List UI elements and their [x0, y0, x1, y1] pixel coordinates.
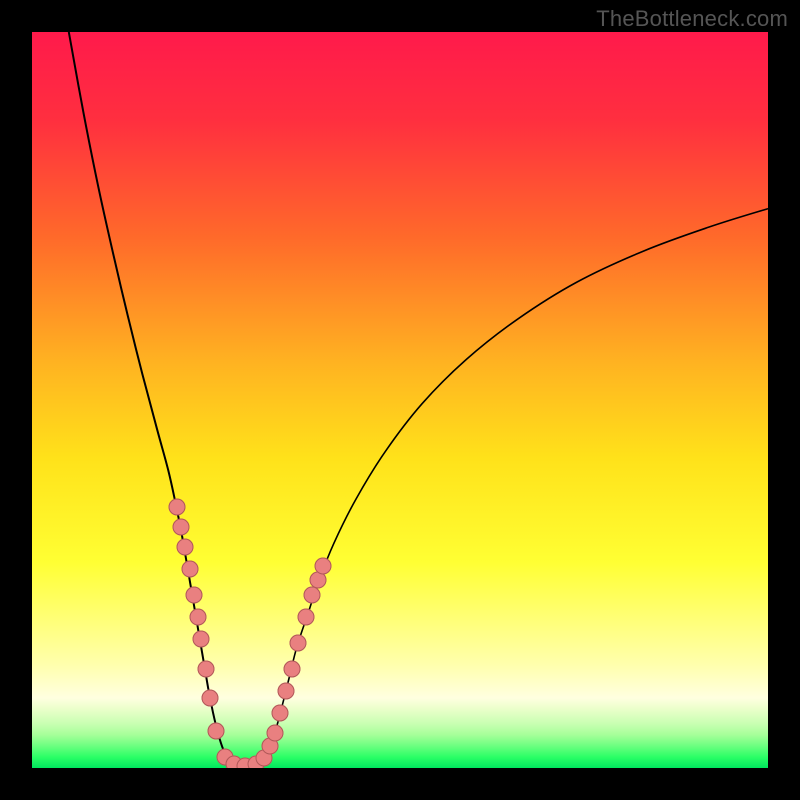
data-marker — [197, 660, 214, 677]
data-marker — [177, 539, 194, 556]
data-marker — [290, 634, 307, 651]
curve-right-branch — [245, 209, 768, 768]
data-marker — [202, 690, 219, 707]
data-marker — [283, 660, 300, 677]
data-marker — [168, 498, 185, 515]
data-marker — [181, 561, 198, 578]
data-marker — [297, 609, 314, 626]
data-marker — [189, 609, 206, 626]
data-marker — [185, 587, 202, 604]
data-marker — [193, 631, 210, 648]
data-marker — [272, 704, 289, 721]
data-marker — [303, 587, 320, 604]
chart-frame: TheBottleneck.com — [0, 0, 800, 800]
data-marker — [208, 723, 225, 740]
watermark-text: TheBottleneck.com — [596, 6, 788, 32]
data-marker — [277, 682, 294, 699]
data-marker — [172, 518, 189, 535]
curve-layer — [32, 32, 768, 768]
data-marker — [309, 572, 326, 589]
plot-area — [32, 32, 768, 768]
data-marker — [266, 724, 283, 741]
curve-left-branch — [69, 32, 246, 768]
data-marker — [315, 557, 332, 574]
